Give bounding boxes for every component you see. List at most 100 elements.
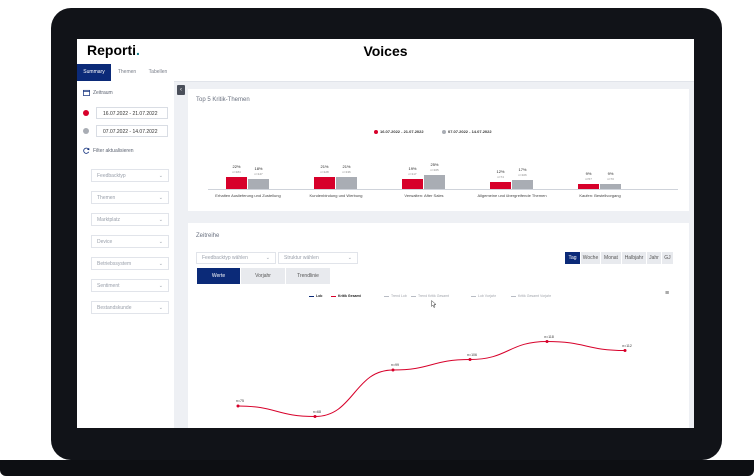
date-range-current-field[interactable]: 16.07.2022 - 21.07.2022 <box>96 107 168 119</box>
date-range-previous[interactable]: 07.07.2022 - 14.07.2022 <box>83 125 169 137</box>
chevron-down-icon: ⌄ <box>158 217 163 223</box>
filter-feedbacktyp-select[interactable]: Feedbacktyp ⌄ <box>91 169 169 182</box>
sidebar-collapse-button[interactable]: ‹ <box>177 85 185 95</box>
bar-value-label: 18% <box>254 166 263 172</box>
filter-betriebssystem-select[interactable]: Betriebssystem ⌄ <box>91 257 169 270</box>
legend-label-previous: 07.07.2022 - 14.07.2022 <box>448 129 492 134</box>
bar-count-label: n=117 <box>408 171 417 176</box>
bar-value-label: 22% <box>232 163 241 169</box>
bar-count-label: n=165 <box>430 168 439 173</box>
mouse-cursor-icon <box>431 300 437 308</box>
line-point[interactable] <box>623 349 627 352</box>
date-range-previous-field[interactable]: 07.07.2022 - 14.07.2022 <box>96 125 168 137</box>
app-screen: Reporti. Voices Summary Themen Tabellen … <box>77 39 694 428</box>
laptop-base <box>0 460 754 476</box>
bar-value-label: 21% <box>320 164 329 170</box>
filter-themen-select[interactable]: Themen ⌄ <box>91 191 169 204</box>
line-point-label: n=112 <box>622 343 632 348</box>
bar-count-label: n=184 <box>232 169 241 174</box>
app-header: Reporti. Voices <box>77 39 694 64</box>
bar-current[interactable] <box>314 177 335 189</box>
bar-count-label: n=74 <box>497 175 504 180</box>
bar-value-label: 9% <box>585 171 592 177</box>
filter-label: Themen <box>97 195 116 201</box>
bar-previous[interactable] <box>424 175 445 189</box>
top5-title: Top 5 Kritik-Themen <box>196 97 250 103</box>
line-point-label: n=68 <box>313 409 321 414</box>
category-label: Kundenbindung und Werbung <box>309 193 363 198</box>
date-range-current-dot <box>83 110 89 116</box>
chevron-down-icon: ⌄ <box>158 305 163 311</box>
legend-label-current: 16.07.2022 - 21.07.2022 <box>380 129 424 134</box>
line-point-label: n=75 <box>236 399 244 403</box>
tab-summary[interactable]: Summary <box>77 64 111 81</box>
line-point-label: n=118 <box>544 334 554 339</box>
line-point[interactable] <box>236 404 240 408</box>
bar-current[interactable] <box>402 178 423 189</box>
refresh-icon <box>83 147 90 154</box>
line-point-label: n=99 <box>391 363 399 367</box>
sidebar: Zeitraum 16.07.2022 - 21.07.2022 07.07.2… <box>77 81 174 428</box>
bar-value-label: 21% <box>342 164 351 170</box>
date-range-previous-dot <box>83 128 89 134</box>
bar-count-label: n=57 <box>585 177 592 182</box>
filter-refresh[interactable]: Filter aktualisieren <box>83 147 134 154</box>
chevron-down-icon: ⌄ <box>158 261 163 267</box>
bar-value-label: 17% <box>518 166 527 172</box>
zeitraum-label: Zeitraum <box>93 89 113 96</box>
top5-card: Top 5 Kritik-Themen 16.07.2022 - 21.07.2… <box>188 89 689 211</box>
top5-legend-previous[interactable]: 07.07.2022 - 14.07.2022 <box>442 129 492 134</box>
chevron-down-icon: ⌄ <box>158 283 163 289</box>
bar-previous[interactable] <box>512 179 533 189</box>
zeitreihe-chart <box>236 340 627 418</box>
category-label: Erhalten Auslieferung und Zustellung <box>215 193 281 198</box>
bar-count-label: n=147 <box>254 172 263 177</box>
line-point[interactable] <box>313 415 317 418</box>
zeitreihe-card: Zeitreihe Feedbacktyp wählen ⌄ Struktur w… <box>188 223 689 428</box>
top5-legend-current[interactable]: 16.07.2022 - 21.07.2022 <box>374 129 424 134</box>
filter-label: Sentiment <box>97 283 120 289</box>
bar-current[interactable] <box>578 184 599 189</box>
category-label: Allgemeine und übergreifende Themen <box>477 193 547 198</box>
bar-previous[interactable] <box>600 184 621 189</box>
legend-dot-current <box>374 129 378 134</box>
zeitraum-header: Zeitraum <box>83 89 113 96</box>
bar-value-label: 25% <box>430 162 439 168</box>
filter-label: Device <box>97 239 113 245</box>
category-label: Verwalten: After Sales <box>404 193 444 198</box>
bar-value-label: 19% <box>408 165 417 171</box>
filter-bestandskunde-select[interactable]: Bestandskunde ⌄ <box>91 301 169 314</box>
bar-current[interactable] <box>490 182 511 189</box>
tab-tabellen[interactable]: Tabellen <box>143 64 173 81</box>
app-title: Voices <box>363 43 408 59</box>
calendar-icon <box>83 89 90 96</box>
bar-current[interactable] <box>226 176 247 189</box>
filter-sentiment-select[interactable]: Sentiment ⌄ <box>91 279 169 292</box>
line-point[interactable] <box>545 340 549 343</box>
filter-label: Betriebssystem <box>97 261 132 267</box>
top5-axis <box>208 189 678 190</box>
chevron-down-icon: ⌄ <box>158 173 163 179</box>
kritik-gesamt-line[interactable] <box>237 340 626 418</box>
bar-previous[interactable] <box>248 179 269 189</box>
tab-bar: Summary Themen Tabellen <box>77 64 694 82</box>
date-range-current[interactable]: 16.07.2022 - 21.07.2022 <box>83 107 169 119</box>
filter-marktplatz-select[interactable]: Marktplatz ⌄ <box>91 213 169 226</box>
line-point-label: n=106 <box>467 352 477 357</box>
chevron-down-icon: ⌄ <box>158 239 163 245</box>
line-point[interactable] <box>468 358 472 361</box>
line-point[interactable] <box>391 368 395 372</box>
bar-previous[interactable] <box>336 177 357 189</box>
bar-value-label: 9% <box>607 171 614 177</box>
legend-dot-previous <box>442 129 446 134</box>
bar-value-label: 12% <box>496 169 505 175</box>
category-label: Kaufen: Bestellvorgang <box>579 193 621 198</box>
tab-themen[interactable]: Themen <box>113 64 141 81</box>
bar-count-label: n=70 <box>607 177 614 182</box>
filter-device-select[interactable]: Device ⌄ <box>91 235 169 248</box>
bar-count-label: n=136 <box>342 170 351 175</box>
filter-label: Feedbacktyp <box>97 173 126 179</box>
chevron-down-icon: ⌄ <box>158 195 163 201</box>
bar-count-label: n=106 <box>518 172 527 177</box>
filter-label: Bestandskunde <box>97 305 132 311</box>
